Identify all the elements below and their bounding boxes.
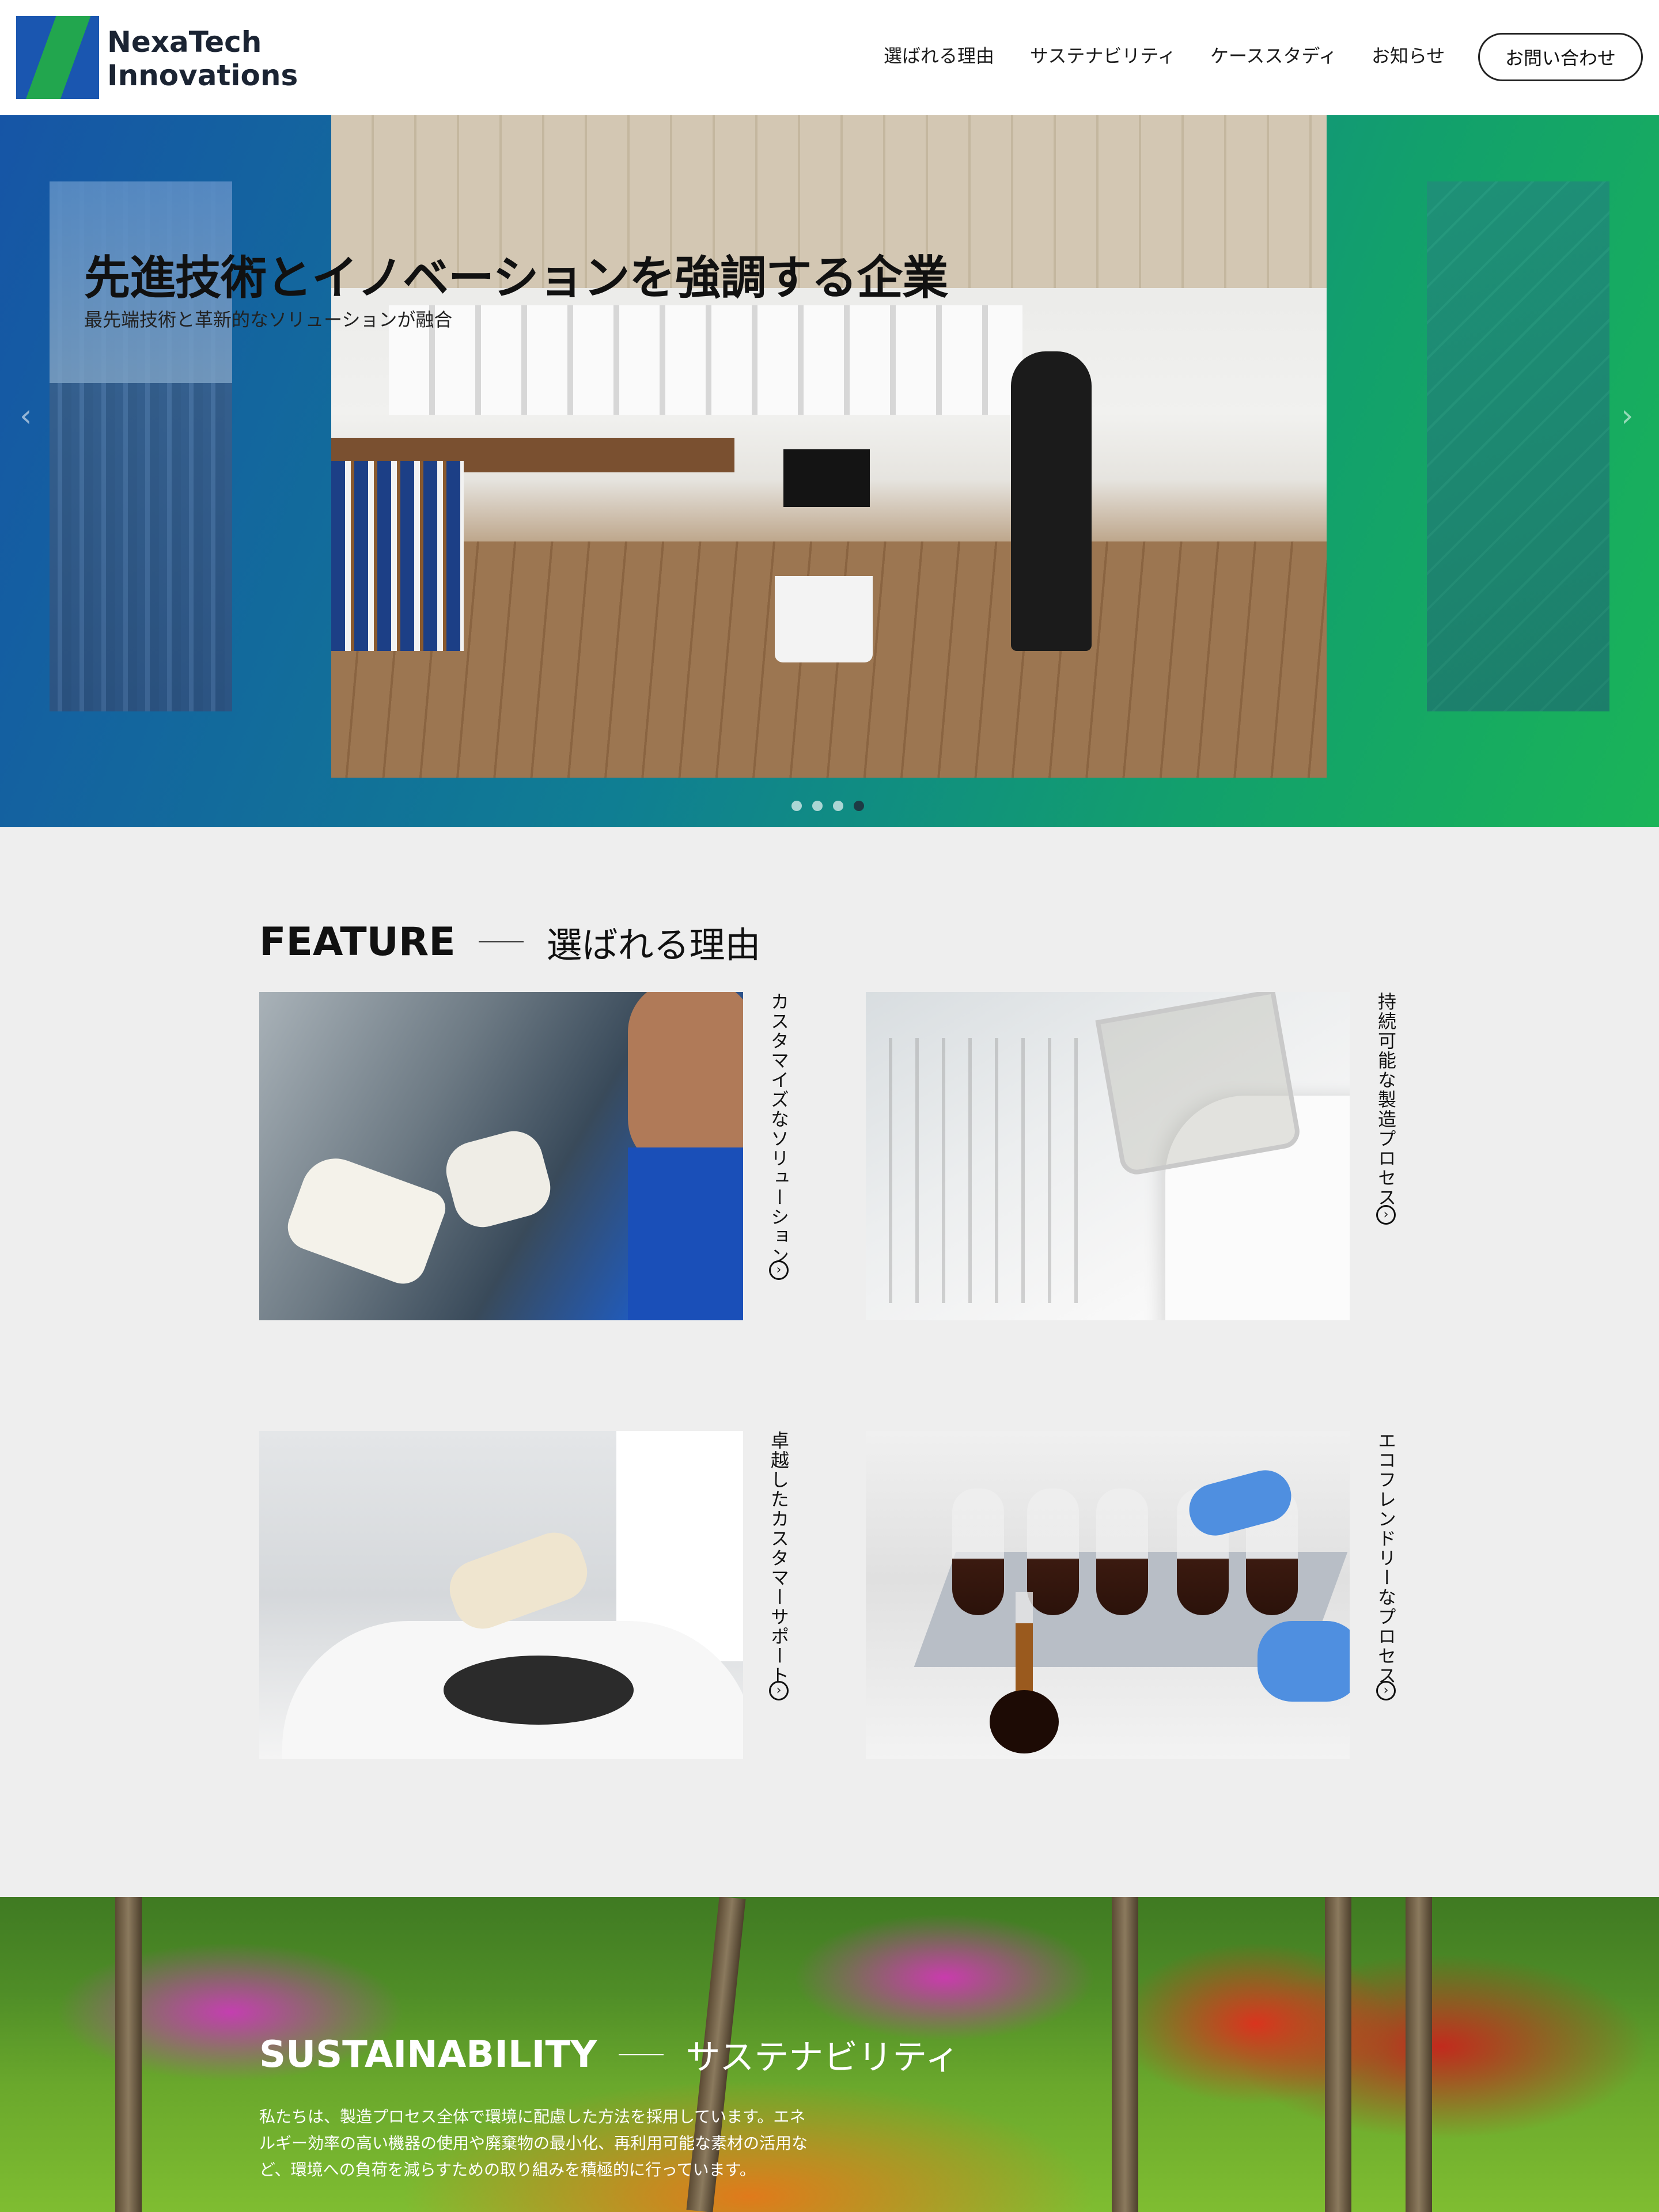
feature-image-customer-support[interactable] [259, 1431, 743, 1759]
hero-subtitle: 最先端技術と革新的なソリューションが融合 [84, 309, 453, 331]
sustainability-body: 私たちは、製造プロセス全体で環境に配慮した方法を採用しています。エネルギー効率の… [259, 2107, 808, 2179]
next-slide-preview[interactable] [1427, 181, 1609, 711]
feature-label-customer-support[interactable]: 卓越したカスタマーサポート [768, 1431, 790, 1685]
nav-link-sustainability[interactable]: サステナビリティ [1030, 41, 1176, 68]
circle-arrow-icon[interactable]: › [769, 1681, 789, 1700]
nav-link-reasons[interactable]: 選ばれる理由 [884, 41, 994, 68]
brand-line-2: Innovations [107, 59, 298, 92]
feature-heading-en: FEATURE [259, 919, 456, 965]
slider-dot-1[interactable] [791, 801, 802, 811]
hero-slider: 先進技術とイノベーションを強調する企業 最先端技術と革新的なソリューションが融合… [0, 115, 1659, 827]
nav-link-news[interactable]: お知らせ [1372, 41, 1445, 68]
hero-office-photo [331, 115, 1327, 778]
slider-dot-3[interactable] [833, 801, 843, 811]
feature-image-sustainable-manufacturing[interactable] [866, 992, 1350, 1320]
slider-dot-2[interactable] [812, 801, 823, 811]
circle-arrow-icon[interactable]: › [769, 1260, 789, 1280]
hero-title: 先進技術とイノベーションを強調する企業 [84, 251, 948, 305]
sustainability-heading-en: SUSTAINABILITY [259, 2033, 597, 2076]
brand-name[interactable]: NexaTech Innovations [107, 25, 298, 92]
circle-arrow-icon[interactable]: › [1376, 1205, 1396, 1225]
chevron-right-icon[interactable]: › [1621, 397, 1634, 434]
feature-heading-ja: 選ばれる理由 [546, 924, 761, 966]
feature-heading: FEATURE 選ばれる理由 [259, 916, 761, 968]
contact-button[interactable]: お問い合わせ [1478, 33, 1643, 81]
page: NexaTech Innovations 選ばれる理由 サステナビリティ ケース… [0, 0, 1659, 2212]
logo-mark-icon[interactable] [16, 16, 99, 99]
slider-dot-4[interactable] [854, 801, 864, 811]
circle-arrow-icon[interactable]: › [1376, 1681, 1396, 1700]
feature-label-sustainable-manufacturing[interactable]: 持続可能な製造プロセス [1375, 992, 1397, 1207]
feature-label-custom-solutions[interactable]: カスタマイズなソリューション [768, 992, 790, 1266]
feature-image-eco-process[interactable] [866, 1431, 1350, 1759]
slider-pagination [791, 801, 864, 811]
feature-label-eco-process[interactable]: エコフレンドリーなプロセス [1375, 1431, 1397, 1685]
chevron-left-icon[interactable]: ‹ [20, 397, 32, 434]
heading-divider [619, 2054, 664, 2055]
sustainability-heading-ja: サステナビリティ [685, 2037, 960, 2078]
sustainability-heading: SUSTAINABILITY サステナビリティ [259, 2029, 960, 2080]
site-header: NexaTech Innovations 選ばれる理由 サステナビリティ ケース… [0, 0, 1659, 115]
feature-image-custom-solutions[interactable] [259, 992, 743, 1320]
heading-divider [478, 941, 524, 942]
brand-line-1: NexaTech [107, 25, 262, 59]
nav-link-case-studies[interactable]: ケーススタディ [1210, 41, 1337, 68]
